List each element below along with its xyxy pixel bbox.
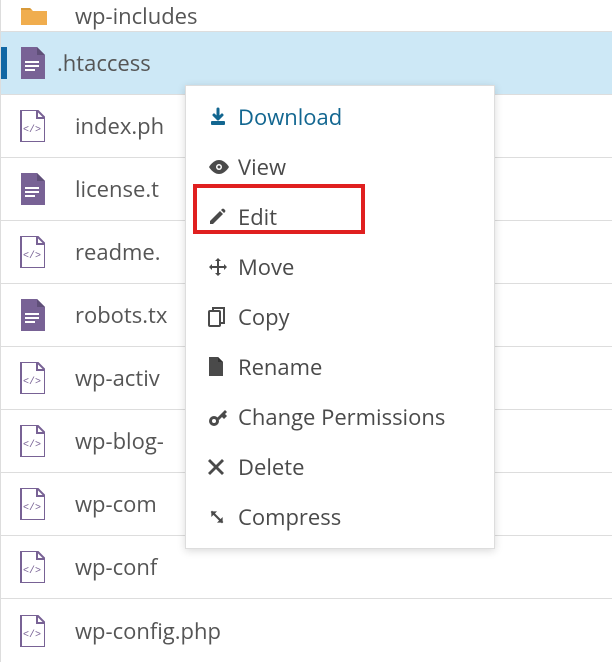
text-file-icon: [1, 47, 57, 79]
menu-item-rename[interactable]: Rename: [186, 342, 494, 392]
menu-item-view[interactable]: View: [186, 142, 494, 192]
file-name-label: .htaccess: [57, 48, 151, 78]
file-name-label: wp-includes: [75, 1, 198, 31]
download-icon: [208, 107, 238, 127]
menu-item-label: Change Permissions: [238, 402, 445, 432]
x-icon: [208, 459, 238, 475]
pencil-icon: [208, 208, 238, 226]
key-icon: [208, 407, 238, 427]
svg-text:</>: </>: [23, 376, 41, 388]
move-icon: [208, 257, 238, 277]
file-name-label: index.ph: [75, 111, 164, 141]
context-menu: Download View Edit Move Copy Rename: [185, 85, 495, 549]
text-file-icon: [19, 299, 75, 331]
code-file-icon: </>: [19, 425, 75, 457]
menu-item-label: Delete: [238, 452, 304, 482]
file-name-label: wp-activ: [75, 363, 160, 393]
file-name-label: wp-com: [75, 489, 157, 519]
file-row-wp-includes[interactable]: wp-includes: [0, 0, 612, 32]
menu-item-label: View: [238, 152, 286, 182]
code-file-icon: </>: [19, 110, 75, 142]
text-file-icon: [19, 173, 75, 205]
menu-item-label: Move: [238, 252, 294, 282]
svg-text:</>: </>: [23, 565, 41, 577]
menu-item-label: Compress: [238, 502, 341, 532]
menu-item-delete[interactable]: Delete: [186, 442, 494, 492]
eye-icon: [208, 160, 238, 174]
file-name-label: robots.tx: [75, 300, 167, 330]
code-file-icon: </>: [19, 488, 75, 520]
menu-item-label: Rename: [238, 352, 322, 382]
copy-icon: [208, 307, 238, 327]
file-name-label: readme.: [75, 237, 161, 267]
menu-item-edit[interactable]: Edit: [186, 192, 494, 242]
menu-item-label: Copy: [238, 302, 290, 332]
file-name-label: wp-blog-: [75, 426, 164, 456]
compress-icon: [208, 508, 238, 526]
svg-text:</>: </>: [23, 439, 41, 451]
menu-item-download[interactable]: Download: [186, 92, 494, 142]
svg-text:</>: </>: [23, 250, 41, 262]
file-icon: [208, 357, 238, 377]
menu-item-label: Edit: [238, 202, 277, 232]
folder-icon: [19, 5, 75, 26]
svg-text:</>: </>: [23, 629, 41, 641]
menu-item-label: Download: [238, 102, 342, 132]
menu-item-compress[interactable]: Compress: [186, 492, 494, 542]
code-file-icon: </>: [19, 615, 75, 647]
code-file-icon: </>: [19, 362, 75, 394]
menu-item-change-permissions[interactable]: Change Permissions: [186, 392, 494, 442]
svg-text:</>: </>: [23, 124, 41, 136]
file-name-label: wp-config.php: [75, 616, 221, 646]
svg-text:</>: </>: [23, 502, 41, 514]
menu-item-move[interactable]: Move: [186, 242, 494, 292]
code-file-icon: </>: [19, 236, 75, 268]
file-row-wp-config[interactable]: </> wp-config.php: [0, 599, 612, 662]
code-file-icon: </>: [19, 551, 75, 583]
menu-item-copy[interactable]: Copy: [186, 292, 494, 342]
file-name-label: license.t: [75, 174, 159, 204]
file-name-label: wp-conf: [75, 552, 157, 582]
